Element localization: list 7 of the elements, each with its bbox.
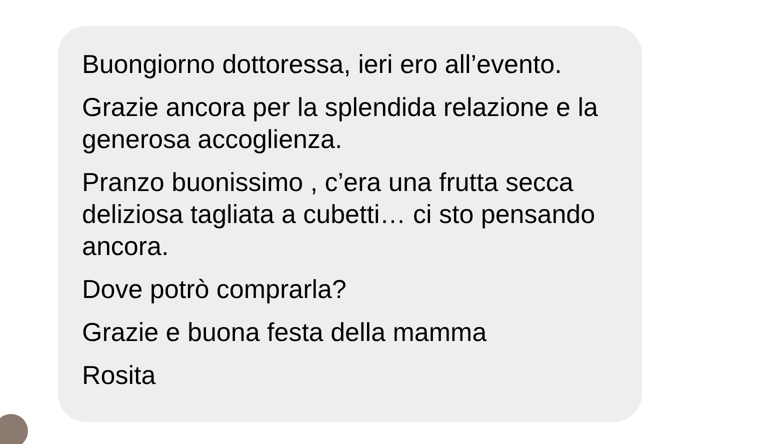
avatar bbox=[0, 414, 28, 444]
message-text: Grazie e buona festa della mamma bbox=[82, 316, 488, 348]
message-text: Grazie ancora per la splendida relazione e la generosa accoglienza. bbox=[82, 91, 599, 155]
message-text: Buongiorno dottoressa, ieri ero all’evento. bbox=[82, 48, 563, 80]
message-text: Dove potrò comprarla? bbox=[82, 273, 348, 305]
message-text: Rosita bbox=[82, 359, 157, 391]
message-text: Pranzo buonissimo , c’era una frutta secca deliziosa tagliata a cubetti… ci sto pensando ancora. bbox=[82, 166, 596, 262]
